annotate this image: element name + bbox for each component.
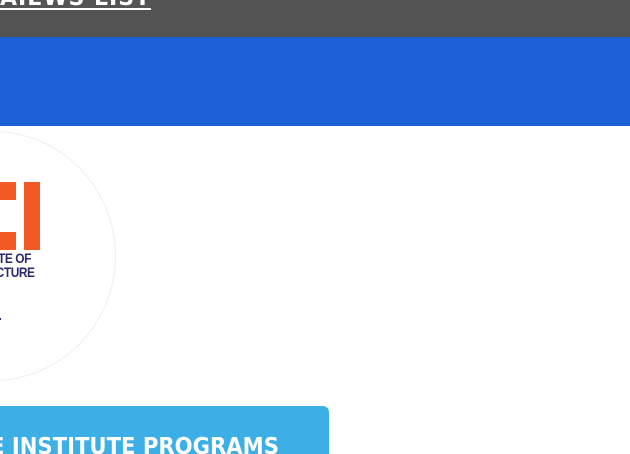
- institute-programs-button[interactable]: E INSTITUTE PROGRAMS: [0, 406, 329, 454]
- logo-text-line-2: TRUCTURE: [0, 264, 35, 280]
- top-bar: AIEWS LIST: [0, 0, 630, 37]
- institute-programs-label: E INSTITUTE PROGRAMS: [0, 434, 279, 454]
- top-bar-link[interactable]: AIEWS LIST: [0, 0, 151, 11]
- page: AIEWS LIST TE OF TRUCTURE E INSTITUTE PR…: [0, 0, 630, 454]
- logo-text: TE OF TRUCTURE: [0, 251, 35, 279]
- logo-mark-icon: [0, 182, 40, 250]
- logo-dot: [0, 318, 1, 320]
- blue-banner: [0, 37, 630, 126]
- logo-text-line-1: TE OF: [0, 250, 31, 266]
- logo[interactable]: TE OF TRUCTURE: [0, 131, 116, 381]
